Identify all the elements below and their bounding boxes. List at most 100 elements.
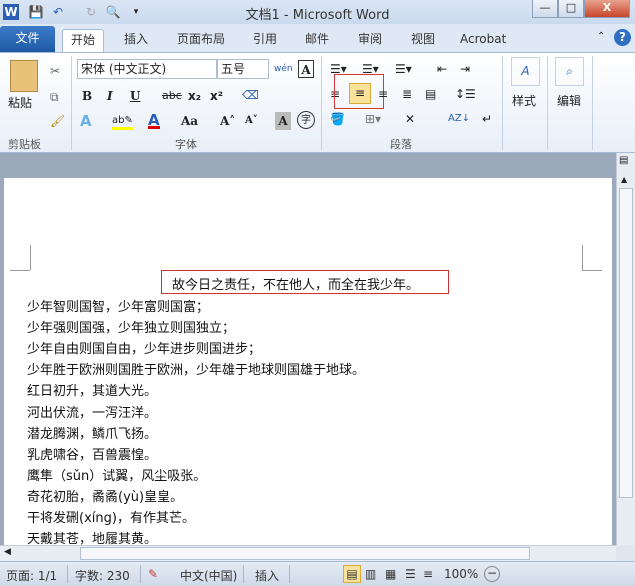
align-right-button[interactable]: ≡ [378,85,388,103]
cut-icon[interactable]: ✂ [50,62,60,80]
highlight-color-icon[interactable]: ab✎ [112,112,133,130]
paragraph-group-label: 段落 [390,138,412,151]
sort-icon[interactable]: AZ↓ [448,110,470,128]
enclose-characters-button[interactable]: 字 [297,111,315,129]
tab-review[interactable]: 审阅 [350,29,390,52]
italic-button[interactable]: I [107,87,113,105]
document-line[interactable]: 乳虎啸谷，百兽震惶。 [27,444,157,463]
font-group-label: 字体 [175,138,197,151]
find-icon[interactable]: ⌕ [555,57,584,86]
scroll-up-icon[interactable]: ▲ [621,175,627,184]
collapse-ribbon-icon[interactable]: ⌃ [597,31,605,42]
page-count[interactable]: 页面: 1/1 [6,567,57,584]
subscript-button[interactable]: x₂ [188,87,201,105]
divider [592,56,593,150]
divider [140,565,141,583]
decrease-indent-icon[interactable]: ⇤ [437,60,447,78]
font-color-icon[interactable]: A [148,111,160,129]
document-line[interactable]: 鹰隼（sǔn）试翼，风尘吸张。 [27,465,206,484]
help-icon[interactable]: ? [614,29,631,46]
justify-button[interactable]: ≣ [402,85,412,103]
strikethrough-button[interactable]: abc [162,87,182,105]
document-line[interactable]: 少年智则国智，少年富则国富； [27,296,209,315]
increase-indent-icon[interactable]: ⇥ [460,60,470,78]
zoom-out-button[interactable]: − [484,566,500,582]
align-center-button[interactable]: ≡ [349,83,371,104]
copy-icon[interactable]: ⧉ [50,88,59,106]
clear-formatting-icon[interactable]: ⌫ [242,86,259,104]
font-size-select[interactable]: 五号 [217,59,269,79]
document-line[interactable]: 奇花初胎，矞矞(yù)皇皇。 [27,486,183,505]
document-line[interactable]: 少年胜于欧洲则国胜于欧洲，少年雄于地球则国雄于地球。 [27,359,365,378]
text-effects-icon[interactable]: A [80,112,92,130]
format-painter-icon[interactable]: 🖌 [50,112,65,130]
change-case-button[interactable]: Aa [181,112,198,130]
crop-mark [10,270,30,271]
styles-icon[interactable]: A [511,57,540,86]
ruler-toggle-icon[interactable]: ▤ [619,155,628,166]
paste-icon[interactable] [10,60,38,92]
distributed-button[interactable]: ▤ [425,85,436,103]
tab-view[interactable]: 视图 [403,29,443,52]
tab-page-layout[interactable]: 页面布局 [169,29,233,52]
full-screen-reading-icon[interactable]: ▥ [365,567,376,581]
underline-button[interactable]: U [130,87,140,105]
close-button[interactable]: X [584,0,630,18]
tab-references[interactable]: 引用 [245,29,285,52]
chinese-layout-icon[interactable]: ✕ [405,110,415,128]
document-line[interactable]: 潜龙腾渊，鳞爪飞扬。 [27,423,157,442]
bold-button[interactable]: B [82,87,92,105]
draft-view-icon[interactable]: ≡ [423,567,433,581]
vertical-scroll-thumb[interactable] [619,188,633,498]
proofing-icon[interactable]: ✎ [148,567,158,581]
superscript-button[interactable]: x² [210,87,223,105]
grow-font-button[interactable]: A˄ [220,112,235,130]
font-name-select[interactable]: 宋体 (中文正文) [77,59,217,79]
divider [321,56,322,150]
character-border-icon[interactable]: A [298,60,314,78]
tab-insert[interactable]: 插入 [116,29,156,52]
borders-icon[interactable]: ⊞▾ [365,110,381,128]
insert-mode[interactable]: 插入 [255,567,279,584]
minimize-button[interactable]: — [532,0,558,18]
phonetic-guide-icon[interactable]: wén [274,60,293,78]
line-spacing-icon[interactable]: ↕☰ [455,85,476,103]
zoom-level[interactable]: 100% [444,567,478,581]
show-marks-icon[interactable]: ↵ [482,110,492,128]
document-page[interactable]: 故今日之责任，不在他人，而全在我少年。 少年智则国智，少年富则国富； 少年强则国强… [4,178,612,547]
document-line[interactable]: 干将发硎(xíng)，有作其芒。 [27,507,195,526]
divider [67,565,68,583]
maximize-button[interactable]: □ [558,0,584,18]
horizontal-scroll-thumb[interactable] [80,547,530,560]
document-line[interactable]: 少年自由则国自由，少年进步则国进步； [27,338,261,357]
scroll-left-icon[interactable]: ◀ [4,547,11,557]
document-line[interactable]: 少年强则国强，少年独立则国独立； [27,317,235,336]
crop-mark [30,245,31,270]
tab-acrobat[interactable]: Acrobat [452,29,514,52]
multilevel-list-icon[interactable]: ☰▾ [395,60,412,78]
paste-button[interactable]: 粘贴 [8,94,32,112]
centered-line[interactable]: 故今日之责任，不在他人，而全在我少年。 [172,274,419,293]
character-shading-button[interactable]: A [275,112,291,130]
shading-icon[interactable]: 🪣 [330,110,345,128]
language[interactable]: 中文(中国) [180,567,237,584]
tab-home[interactable]: 开始 [62,29,105,52]
document-line[interactable]: 红日初升，其道大光。 [27,380,157,399]
styles-button[interactable]: 样式 [512,92,536,110]
vertical-scrollbar[interactable]: ▤ ▲ [616,153,635,545]
shrink-font-button[interactable]: A˅ [245,112,258,130]
editing-button[interactable]: 编辑 [557,92,581,110]
title-bar: W 💾 ↶ ↻ 🔍 ▾ 文档1 - Microsoft Word — □ X [0,0,635,24]
word-count[interactable]: 字数: 230 [75,567,130,584]
print-layout-view-icon[interactable]: ▤ [343,565,361,583]
outline-view-icon[interactable]: ☰ [405,567,416,581]
divider [502,56,503,150]
tab-mailings[interactable]: 邮件 [297,29,337,52]
web-layout-icon[interactable]: ▦ [385,567,396,581]
divider [71,56,72,150]
document-line[interactable]: 河出伏流，一泻汪洋。 [27,402,157,421]
horizontal-scrollbar[interactable]: ◀ [0,545,616,561]
crop-mark [582,270,602,271]
tab-file[interactable]: 文件 [0,26,55,52]
divider [547,56,548,150]
